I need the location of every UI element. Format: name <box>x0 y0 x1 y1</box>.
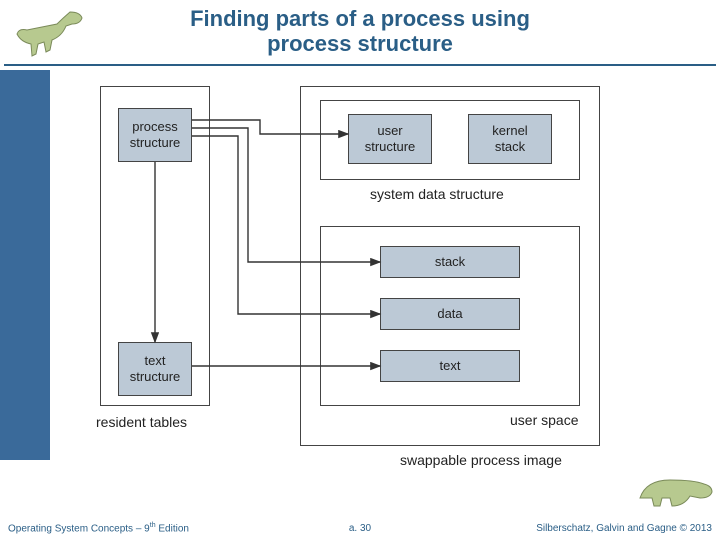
footer: Operating System Concepts – 9th Edition … <box>0 518 720 536</box>
diagram: process structure text structure residen… <box>60 76 650 486</box>
slide: Finding parts of a process using process… <box>0 0 720 540</box>
title-underline <box>4 64 716 66</box>
dinosaur-hadrosaur-icon <box>634 474 714 510</box>
slide-accent-sidebar <box>0 70 50 460</box>
slide-title-line2: process structure <box>0 31 720 56</box>
footer-right: Silberschatz, Galvin and Gagne © 2013 <box>536 523 712 534</box>
arrows-layer <box>60 76 650 486</box>
slide-title: Finding parts of a process using process… <box>0 6 720 57</box>
slide-title-line1: Finding parts of a process using <box>0 6 720 31</box>
